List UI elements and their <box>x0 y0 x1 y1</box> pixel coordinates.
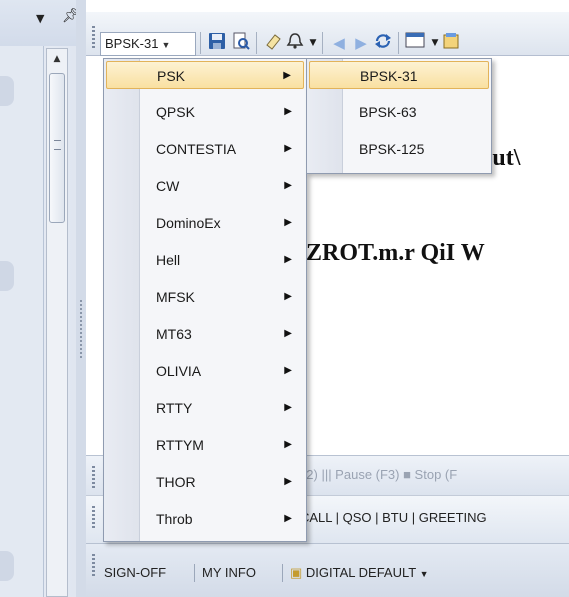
panel-header: ▼ 📌︎ <box>0 0 86 46</box>
mode-menu-item-throb[interactable]: Throb ▶ <box>106 505 304 533</box>
sign-off-button[interactable]: SIGN-OFF <box>104 565 166 580</box>
mode-menu-item-label: RTTY <box>156 400 193 416</box>
submenu-arrow-icon: ▶ <box>283 70 291 81</box>
forward-icon[interactable]: ▶ <box>350 32 372 54</box>
toolbar-grip[interactable] <box>92 554 95 576</box>
submenu-arrow-icon: ▶ <box>284 365 292 376</box>
psk-submenu-item-label: BPSK-125 <box>359 141 425 157</box>
digital-default-label: DIGITAL DEFAULT <box>305 565 416 580</box>
mode-menu-item-psk[interactable]: PSK ▶ <box>106 61 304 89</box>
mode-menu-item-thor[interactable]: THOR ▶ <box>106 468 304 496</box>
mode-menu-item-mt63[interactable]: MT63 ▶ <box>106 320 304 348</box>
mode-dropdown[interactable]: BPSK-31 ▼ <box>100 32 196 56</box>
eraser-icon[interactable] <box>262 32 284 54</box>
document-text-line: ZROT.m.r QiI W <box>306 240 485 266</box>
submenu-arrow-icon: ▶ <box>284 254 292 265</box>
mode-menu-item-label: THOR <box>156 474 196 490</box>
refresh-icon[interactable] <box>372 32 394 54</box>
mode-dropdown-value: BPSK-31 <box>105 36 159 51</box>
chevron-down-icon: ▼ <box>161 40 171 50</box>
panel-dropdown-icon[interactable]: ▼ <box>36 12 44 25</box>
submenu-arrow-icon: ▶ <box>284 439 292 450</box>
mode-menu-item-label: CONTESTIA <box>156 141 237 157</box>
mode-menu-item-label: MT63 <box>156 326 192 342</box>
folder-icon: ▣ <box>290 565 303 580</box>
mode-menu-item-cw[interactable]: CW ▶ <box>106 172 304 200</box>
print-preview-icon[interactable] <box>230 32 252 54</box>
properties-icon[interactable] <box>440 32 462 54</box>
mode-menu-item-label: DominoEx <box>156 215 221 231</box>
pane-tab[interactable] <box>0 261 14 291</box>
submenu-arrow-icon: ▶ <box>284 402 292 413</box>
psk-submenu-item-label: BPSK-31 <box>360 68 418 84</box>
panel-pane <box>0 46 44 597</box>
submenu-arrow-icon: ▶ <box>284 180 292 191</box>
vertical-scrollbar[interactable]: ▲ <box>46 48 68 597</box>
mode-menu-item-label: CW <box>156 178 180 194</box>
mode-menu-item-mfsk[interactable]: MFSK ▶ <box>106 283 304 311</box>
mode-menu-item-label: OLIVIA <box>156 363 202 379</box>
my-info-button[interactable]: MY INFO <box>202 565 256 580</box>
main-toolbar: BPSK-31 ▼ ▼ ◀ ▶ ▼ <box>86 12 569 56</box>
mode-menu-item-label: QPSK <box>156 104 195 120</box>
mode-menu-item-hell[interactable]: Hell ▶ <box>106 246 304 274</box>
psk-submenu-item-bpsk-31[interactable]: BPSK-31 <box>309 61 489 89</box>
pane-tab[interactable] <box>0 551 14 581</box>
submenu-arrow-icon: ▶ <box>284 106 292 117</box>
mode-menu-item-label: Throb <box>156 511 193 527</box>
chevron-down-icon: ▼ <box>419 569 429 579</box>
psk-submenu-item-label: BPSK-63 <box>359 104 417 120</box>
submenu-arrow-icon: ▶ <box>284 328 292 339</box>
submenu-arrow-icon: ▶ <box>284 291 292 302</box>
back-icon[interactable]: ◀ <box>328 32 350 54</box>
mode-menu-item-qpsk[interactable]: QPSK ▶ <box>106 98 304 126</box>
submenu-arrow-icon: ▶ <box>284 476 292 487</box>
save-icon[interactable] <box>206 32 228 54</box>
submenu-arrow-icon: ▶ <box>284 513 292 524</box>
chevron-down-icon[interactable]: ▼ <box>302 32 324 54</box>
mode-menu-item-rtty[interactable]: RTTY ▶ <box>106 394 304 422</box>
toolbar-grip[interactable] <box>92 26 95 48</box>
scroll-thumb[interactable] <box>49 73 65 223</box>
left-docked-panel: ▼ 📌︎ ▲ <box>0 0 86 597</box>
psk-submenu-item-bpsk-125[interactable]: BPSK-125 <box>309 135 489 163</box>
mode-menu-item-label: MFSK <box>156 289 195 305</box>
toolbar-grip[interactable] <box>92 506 95 528</box>
mode-menu-item-label: PSK <box>157 68 186 84</box>
macro-buttons[interactable]: CALL | QSO | BTU | GREETING <box>300 510 487 525</box>
pane-tab[interactable] <box>0 76 14 106</box>
mode-menu-item-label: RTTYM <box>156 437 204 453</box>
panel-splitter[interactable] <box>76 0 86 597</box>
bottom-macro-bar: SIGN-OFF MY INFO ▣ DIGITAL DEFAULT ▼ <box>86 543 569 597</box>
transmit-controls[interactable]: (F2) ||| Pause (F3) ■ Stop (F <box>294 467 457 482</box>
mode-menu-item-contestia[interactable]: CONTESTIA ▶ <box>106 135 304 163</box>
toolbar-grip[interactable] <box>92 466 95 488</box>
view-icon[interactable] <box>404 32 426 54</box>
submenu-arrow-icon: ▶ <box>284 143 292 154</box>
mode-menu-item-rttym[interactable]: RTTYM ▶ <box>106 431 304 459</box>
mode-menu: PSK ▶ QPSK ▶ CONTESTIA ▶ CW ▶ DominoEx ▶ Hell ▶ MFSK… <box>103 58 307 542</box>
psk-submenu-item-bpsk-63[interactable]: BPSK-63 <box>309 98 489 126</box>
submenu-arrow-icon: ▶ <box>284 217 292 228</box>
mode-menu-item-label: Hell <box>156 252 181 268</box>
scroll-up-icon[interactable]: ▲ <box>47 49 67 69</box>
psk-submenu: BPSK-31 BPSK-63 BPSK-125 <box>306 58 492 174</box>
mode-menu-item-olivia[interactable]: OLIVIA ▶ <box>106 357 304 385</box>
mode-menu-item-dominoex[interactable]: DominoEx ▶ <box>106 209 304 237</box>
digital-default-button[interactable]: ▣ DIGITAL DEFAULT ▼ <box>290 565 429 581</box>
